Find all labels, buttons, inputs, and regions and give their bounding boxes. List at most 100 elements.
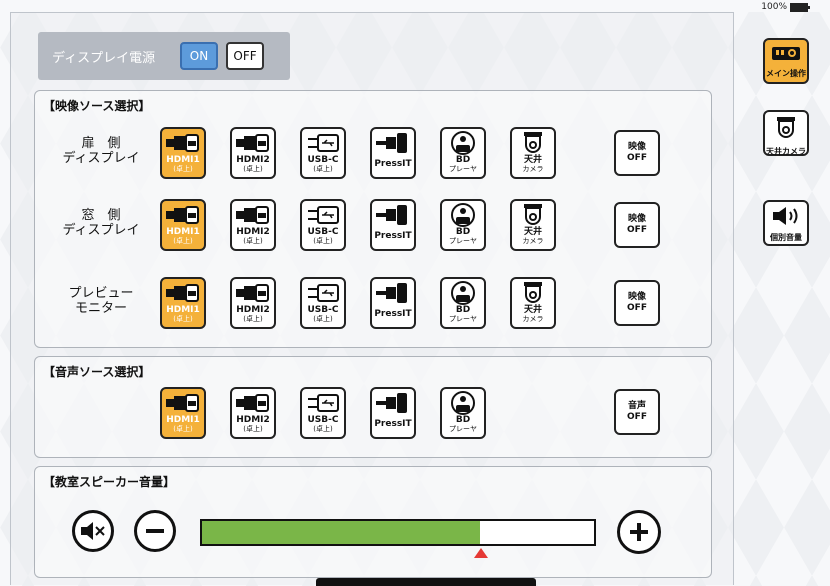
row-label-line2: ディスプレイ [62,151,140,166]
sidebar-label: 天井カメラ [766,147,806,156]
row-label-line1: 扉 側 [81,136,121,151]
video-source-usb-c-button[interactable]: USB-C (卓上) [300,277,346,329]
hdmi-plug-icon [166,281,200,305]
video-source-bd-button[interactable]: BD プレーヤ [440,277,486,329]
video-source-pressit-button[interactable]: PressIT [370,199,416,251]
disc-icon [450,391,476,415]
audio-source-bd-button[interactable]: BD プレーヤ [440,387,486,439]
camera-icon [774,116,798,144]
video-source-hdmi1-button[interactable]: HDMI1 (卓上) [160,277,206,329]
video-source-usb-c-button[interactable]: USB-C (卓上) [300,199,346,251]
pressit-icon [376,281,410,305]
source-sublabel: プレーヤ [449,165,477,173]
source-label: USB-C [307,305,339,315]
source-sublabel: (卓上) [173,425,193,433]
video-row-label: 扉 側ディスプレイ [46,136,156,166]
volume-up-button[interactable] [617,510,661,554]
battery-icon [790,2,810,12]
sidebar-label: メイン操作 [766,69,806,78]
source-label: BD [455,227,471,237]
row-label-line2: モニター [74,301,127,316]
plus-icon [630,523,648,541]
source-label: HDMI2 [236,415,270,425]
source-sublabel: (卓上) [173,165,193,173]
camera-icon [521,281,545,305]
disc-icon [450,203,476,227]
video-source-title: 【映像ソース選択】 [43,99,151,113]
video-source-天井-button[interactable]: 天井 カメラ [510,277,556,329]
audio-source-usb-c-button[interactable]: USB-C (卓上) [300,387,346,439]
disc-icon [450,131,476,155]
row-label-line1: プレビュー [68,286,134,301]
source-label: USB-C [307,227,339,237]
video-source-天井-button[interactable]: 天井 カメラ [510,199,556,251]
battery-indicator: 100% [761,2,810,12]
video-row-label: 窓 側ディスプレイ [46,208,156,238]
off-label: 映像 [627,142,646,152]
sidebar-camera-button[interactable]: 天井カメラ [763,110,809,156]
audio-off-button[interactable]: 音声 OFF [614,389,660,435]
video-source-hdmi2-button[interactable]: HDMI2 (卓上) [230,199,276,251]
usb-icon [306,203,340,227]
video-source-usb-c-button[interactable]: USB-C (卓上) [300,127,346,179]
pressit-icon [376,203,410,227]
power-on-button[interactable]: ON [180,42,218,70]
source-sublabel: (卓上) [243,237,263,245]
source-sublabel: カメラ [522,315,544,323]
source-sublabel: (卓上) [243,165,263,173]
source-sublabel: (卓上) [173,237,193,245]
source-label: HDMI1 [166,227,200,237]
volume-level-fill [202,521,481,544]
off-sublabel: OFF [627,303,647,313]
sidebar-label: 個別音量 [770,233,802,242]
source-label: HDMI1 [166,305,200,315]
video-source-hdmi2-button[interactable]: HDMI2 (卓上) [230,127,276,179]
video-off-button[interactable]: 映像 OFF [614,280,660,326]
video-source-bd-button[interactable]: BD プレーヤ [440,199,486,251]
audio-source-title: 【音声ソース選択】 [43,365,151,379]
audio-source-hdmi2-button[interactable]: HDMI2 (卓上) [230,387,276,439]
source-sublabel: カメラ [522,165,544,173]
video-off-button[interactable]: 映像 OFF [614,130,660,176]
usb-icon [306,391,340,415]
source-label: HDMI1 [166,415,200,425]
status-bar [0,0,830,12]
video-source-hdmi1-button[interactable]: HDMI1 (卓上) [160,127,206,179]
sidebar-projector-button[interactable]: メイン操作 [763,38,809,84]
source-sublabel: プレーヤ [449,425,477,433]
video-source-hdmi2-button[interactable]: HDMI2 (卓上) [230,277,276,329]
battery-text: 100% [761,2,787,12]
row-label-line1: 窓 側 [81,208,121,223]
disc-icon [450,281,476,305]
source-sublabel: (卓上) [173,315,193,323]
volume-slider[interactable] [200,519,596,546]
volume-down-button[interactable] [134,510,176,552]
video-source-pressit-button[interactable]: PressIT [370,277,416,329]
power-off-button[interactable]: OFF [226,42,264,70]
video-source-hdmi1-button[interactable]: HDMI1 (卓上) [160,199,206,251]
usb-icon [306,281,340,305]
audio-source-pressit-button[interactable]: PressIT [370,387,416,439]
hdmi-plug-icon [166,131,200,155]
video-source-天井-button[interactable]: 天井 カメラ [510,127,556,179]
pressit-icon [376,131,410,155]
video-source-pressit-button[interactable]: PressIT [370,127,416,179]
video-row-label: プレビュー モニター [46,286,156,316]
camera-icon [521,203,545,227]
projector-icon [771,44,801,66]
mute-icon [81,522,105,540]
source-label: HDMI2 [236,227,270,237]
off-label: 映像 [627,214,646,224]
source-label: 天井 [523,227,542,237]
video-source-bd-button[interactable]: BD プレーヤ [440,127,486,179]
source-label: PressIT [374,419,412,429]
mute-button[interactable] [72,510,114,552]
minus-icon [146,529,164,533]
source-label: BD [455,305,471,315]
display-power-label: ディスプレイ電源 [52,50,156,66]
video-off-button[interactable]: 映像 OFF [614,202,660,248]
audio-source-hdmi1-button[interactable]: HDMI1 (卓上) [160,387,206,439]
sidebar-speaker-button[interactable]: 個別音量 [763,200,809,246]
usb-icon [306,131,340,155]
source-label: USB-C [307,155,339,165]
